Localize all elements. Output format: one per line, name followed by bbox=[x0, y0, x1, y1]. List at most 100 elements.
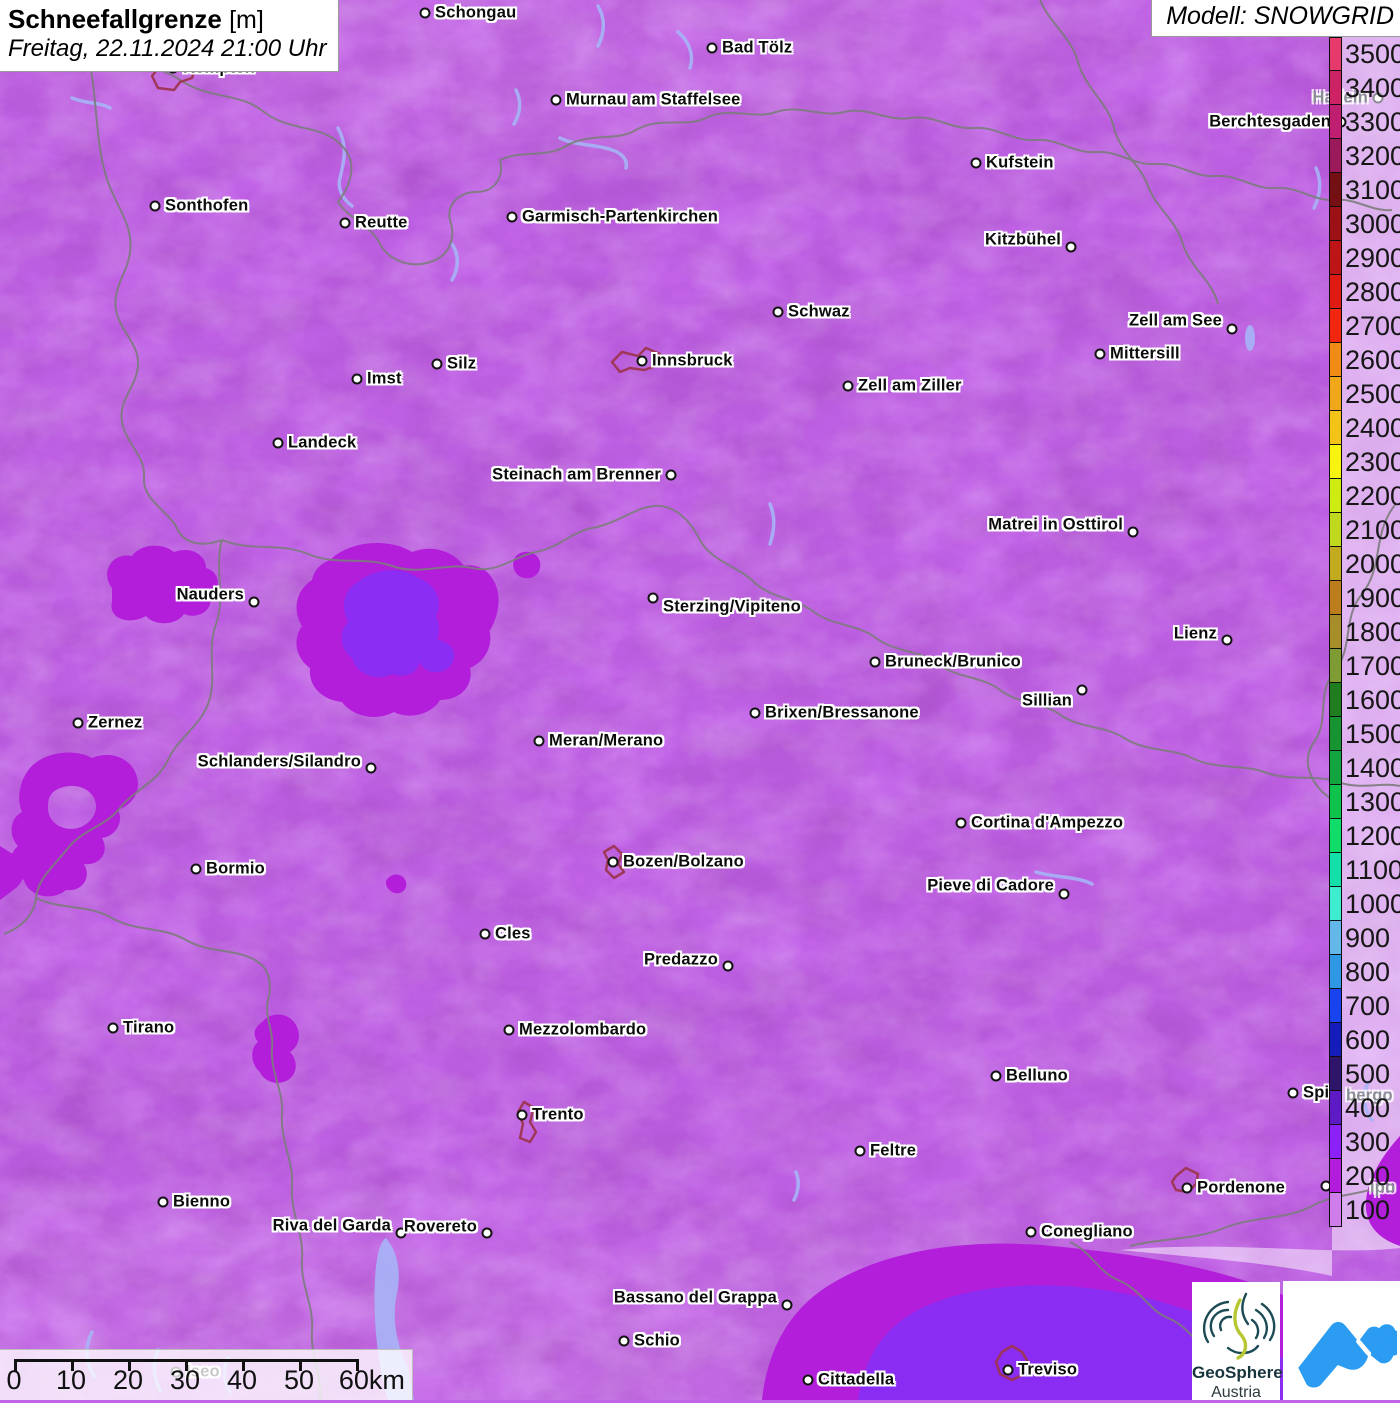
colorbar-swatch bbox=[1329, 241, 1342, 275]
city-marker bbox=[157, 1196, 169, 1208]
city-label: Treviso bbox=[1018, 1360, 1078, 1379]
title-text: Schneefallgrenze bbox=[8, 4, 222, 34]
colorbar-row: 3400 bbox=[1329, 71, 1400, 105]
city-label: Reutte bbox=[355, 213, 408, 232]
colorbar-tick-label: 2400 bbox=[1345, 412, 1400, 443]
colorbar-tick-label: 600 bbox=[1345, 1024, 1391, 1055]
city-marker bbox=[647, 592, 659, 604]
city-marker bbox=[869, 656, 881, 668]
city-label: Conegliano bbox=[1041, 1222, 1133, 1241]
colorbar-tick-label: 800 bbox=[1345, 956, 1391, 987]
colorbar-tick-label: 1700 bbox=[1345, 650, 1400, 681]
city-marker bbox=[533, 735, 545, 747]
colorbar-swatch bbox=[1329, 513, 1342, 547]
city-label: Landeck bbox=[288, 433, 357, 452]
colorbar-tick-label: 2600 bbox=[1345, 344, 1400, 375]
city-label: Bassano del Grappa bbox=[613, 1288, 777, 1307]
colorbar-swatch bbox=[1329, 1023, 1342, 1057]
city-marker bbox=[419, 7, 431, 19]
city-marker bbox=[781, 1299, 793, 1311]
colorbar-swatch bbox=[1329, 717, 1342, 751]
city-label: Murnau am Staffelsee bbox=[566, 90, 741, 109]
city-label: Matrei in Osttirol bbox=[988, 515, 1123, 534]
colorbar-tick-label: 1100 bbox=[1345, 854, 1400, 885]
city-label: Bad Tölz bbox=[722, 38, 793, 57]
city-label: Feltre bbox=[870, 1141, 917, 1160]
colorbar-swatch bbox=[1329, 683, 1342, 717]
city-label: Zell am See bbox=[1129, 311, 1222, 330]
colorbar-swatch bbox=[1329, 105, 1342, 139]
city-label: Cles bbox=[495, 924, 531, 943]
colorbar-tick-label: 1800 bbox=[1345, 616, 1400, 647]
partner-logo bbox=[1283, 1281, 1400, 1400]
city-marker bbox=[1065, 241, 1077, 253]
scale-bar-label: 60km bbox=[338, 1365, 405, 1395]
city-marker bbox=[481, 1227, 493, 1239]
colorbar-row: 2000 bbox=[1329, 547, 1400, 581]
title-box: Schneefallgrenze [m] Freitag, 22.11.2024… bbox=[0, 0, 340, 72]
city-label: Tirano bbox=[123, 1018, 175, 1037]
colorbar-swatch bbox=[1329, 479, 1342, 513]
city-label: Bienno bbox=[173, 1192, 231, 1211]
city-marker bbox=[107, 1022, 119, 1034]
city-marker bbox=[248, 596, 260, 608]
city-label: Trento bbox=[532, 1105, 584, 1124]
city-marker bbox=[190, 863, 202, 875]
city-marker bbox=[365, 762, 377, 774]
valid-time: Freitag, 22.11.2024 21:00 Uhr bbox=[8, 34, 327, 62]
city-marker bbox=[955, 817, 967, 829]
city-marker bbox=[1287, 1087, 1299, 1099]
colorbar-swatch bbox=[1329, 989, 1342, 1023]
model-label: Modell: SNOWGRID bbox=[1151, 0, 1400, 37]
city-label: Bruneck/Brunico bbox=[885, 652, 1021, 671]
scale-bar-label: 10 bbox=[55, 1365, 87, 1395]
city-label: Zernez bbox=[88, 713, 143, 732]
city-marker bbox=[516, 1109, 528, 1121]
colorbar-swatch bbox=[1329, 785, 1342, 819]
colorbar-row: 100 bbox=[1329, 1193, 1400, 1227]
colorbar-tick-label: 2200 bbox=[1345, 480, 1400, 511]
colorbar-row: 1200 bbox=[1329, 819, 1400, 853]
city-label: Schio bbox=[634, 1331, 680, 1350]
colorbar-row: 2100 bbox=[1329, 513, 1400, 547]
colorbar-row: 2600 bbox=[1329, 343, 1400, 377]
city-label: Sillian bbox=[1022, 691, 1072, 710]
colorbar-swatch bbox=[1329, 547, 1342, 581]
colorbar-tick-label: 1300 bbox=[1345, 786, 1400, 817]
colorbar-row: 3500 bbox=[1329, 37, 1400, 71]
colorbar-row: 1300 bbox=[1329, 785, 1400, 819]
colorbar-swatch bbox=[1329, 1125, 1342, 1159]
colorbar-row: 700 bbox=[1329, 989, 1400, 1023]
city-marker bbox=[706, 42, 718, 54]
title-unit: [m] bbox=[229, 6, 264, 34]
colorbar-row: 3100 bbox=[1329, 173, 1400, 207]
city-label: Garmisch-Partenkirchen bbox=[522, 207, 719, 226]
colorbar-row: 300 bbox=[1329, 1125, 1400, 1159]
scale-bar-label: 50 bbox=[283, 1365, 315, 1395]
colorbar-row: 2900 bbox=[1329, 241, 1400, 275]
colorbar-row: 900 bbox=[1329, 921, 1400, 955]
colorbar-tick-label: 3100 bbox=[1345, 174, 1400, 205]
colorbar-swatch bbox=[1329, 37, 1342, 71]
city-marker bbox=[339, 217, 351, 229]
city-label: Kufstein bbox=[986, 153, 1054, 172]
colorbar-swatch bbox=[1329, 207, 1342, 241]
colorbar-row: 1700 bbox=[1329, 649, 1400, 683]
city-label: Silz bbox=[447, 354, 477, 373]
colorbar-row: 800 bbox=[1329, 955, 1400, 989]
colorbar-swatch bbox=[1329, 1057, 1342, 1091]
colorbar-swatch bbox=[1329, 1193, 1342, 1227]
city-marker bbox=[1058, 888, 1070, 900]
city-marker bbox=[149, 200, 161, 212]
mountain-cloud-logo-icon bbox=[1297, 1321, 1397, 1388]
colorbar-swatch bbox=[1329, 955, 1342, 989]
page-title: Schneefallgrenze [m] bbox=[8, 4, 326, 35]
colorbar-tick-label: 100 bbox=[1345, 1194, 1391, 1225]
city-marker bbox=[351, 373, 363, 385]
colorbar-tick-label: 1900 bbox=[1345, 582, 1400, 613]
city-marker bbox=[1076, 684, 1088, 696]
colorbar-row: 2200 bbox=[1329, 479, 1400, 513]
city-label: Schongau bbox=[435, 3, 517, 22]
colorbar-row: 1600 bbox=[1329, 683, 1400, 717]
colorbar-swatch bbox=[1329, 887, 1342, 921]
